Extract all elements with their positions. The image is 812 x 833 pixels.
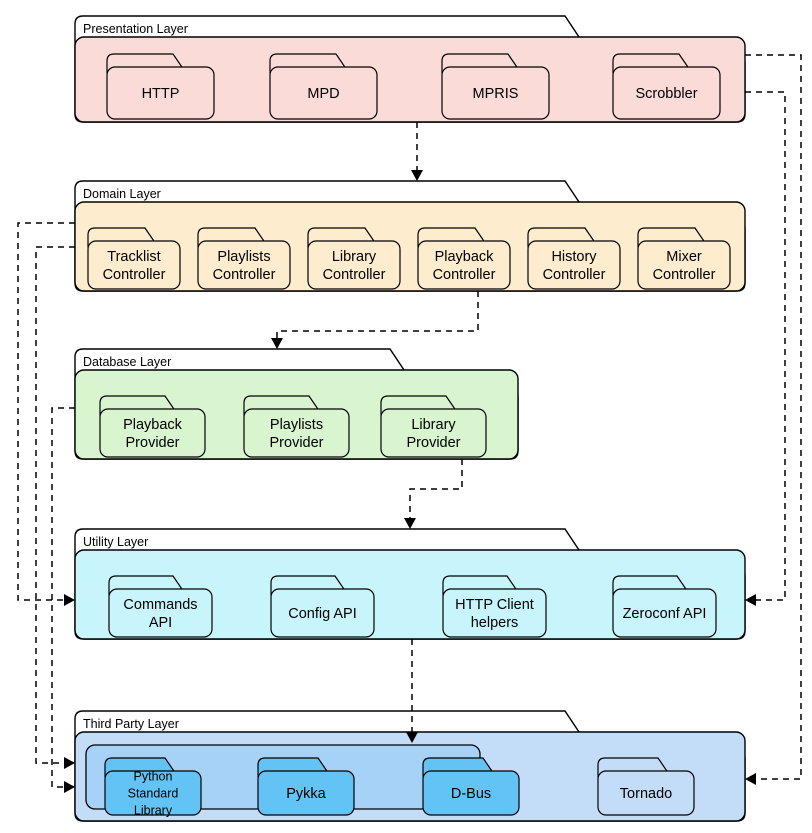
arrowhead-icon <box>271 338 283 349</box>
component-label: Tornado <box>620 786 672 802</box>
layer-title-domain: Domain Layer <box>83 187 161 201</box>
layer-utility[interactable]: Utility LayerCommands APIConfig APIHTTP C… <box>74 528 746 640</box>
layer-domain[interactable]: Domain LayerTracklist ControllerPlaylists… <box>74 180 746 292</box>
connection-line <box>409 459 463 524</box>
connection-database-to-utility <box>404 459 463 529</box>
architecture-diagram-canvas: Presentation Layer HTTP MPD MPRIS Scrobbler D… <box>17 15 802 822</box>
connection-line <box>745 54 802 780</box>
connection-presentation-to-thirdparty-right <box>745 54 802 785</box>
connection-domain-to-utility-left <box>17 222 75 606</box>
connection-line <box>276 291 479 344</box>
component-label: MPRIS <box>473 86 519 102</box>
arrowhead-icon <box>64 757 75 769</box>
layer-thirdparty[interactable]: Third Party Layer Python Standard Library Py… <box>74 710 746 822</box>
connection-domain-to-database <box>271 291 479 349</box>
component-label: Scrobbler <box>635 86 697 102</box>
connection-domain-to-thirdparty-left <box>35 246 75 769</box>
component-label: HTTP <box>142 86 180 102</box>
component-label: D-Bus <box>451 786 491 802</box>
layer-title-utility: Utility Layer <box>83 535 148 549</box>
connection-presentation-to-utility-right <box>745 91 786 606</box>
layer-title-database: Database Layer <box>83 355 171 369</box>
layer-title-presentation: Presentation Layer <box>83 22 188 36</box>
arrowhead-icon <box>411 170 423 181</box>
component-label: Config API <box>288 606 357 622</box>
connection-line <box>17 222 75 601</box>
arrowhead-icon <box>64 781 75 793</box>
layer-presentation[interactable]: Presentation Layer HTTP MPD MPRIS Scrobbler <box>74 15 746 123</box>
arrowhead-icon <box>745 594 756 606</box>
layer-title-thirdparty: Third Party Layer <box>83 717 179 731</box>
component-label: MPD <box>307 86 339 102</box>
architecture-diagram: Presentation Layer HTTP MPD MPRIS Scrobbler D… <box>0 0 812 833</box>
connection-presentation-to-domain <box>411 122 423 181</box>
component-label: Pykka <box>286 786 326 802</box>
component-label: Zeroconf API <box>623 606 707 622</box>
connection-line <box>745 91 786 601</box>
connection-line <box>35 246 75 764</box>
arrowhead-icon <box>745 773 756 785</box>
arrowhead-icon <box>404 518 416 529</box>
component-label: Python Standard Library <box>128 770 179 818</box>
layer-database[interactable]: Database LayerPlayback ProviderPlaylists P… <box>74 348 519 460</box>
connection-line <box>51 407 75 788</box>
layers-group: Presentation Layer HTTP MPD MPRIS Scrobbler D… <box>74 15 746 822</box>
arrowhead-icon <box>64 594 75 606</box>
